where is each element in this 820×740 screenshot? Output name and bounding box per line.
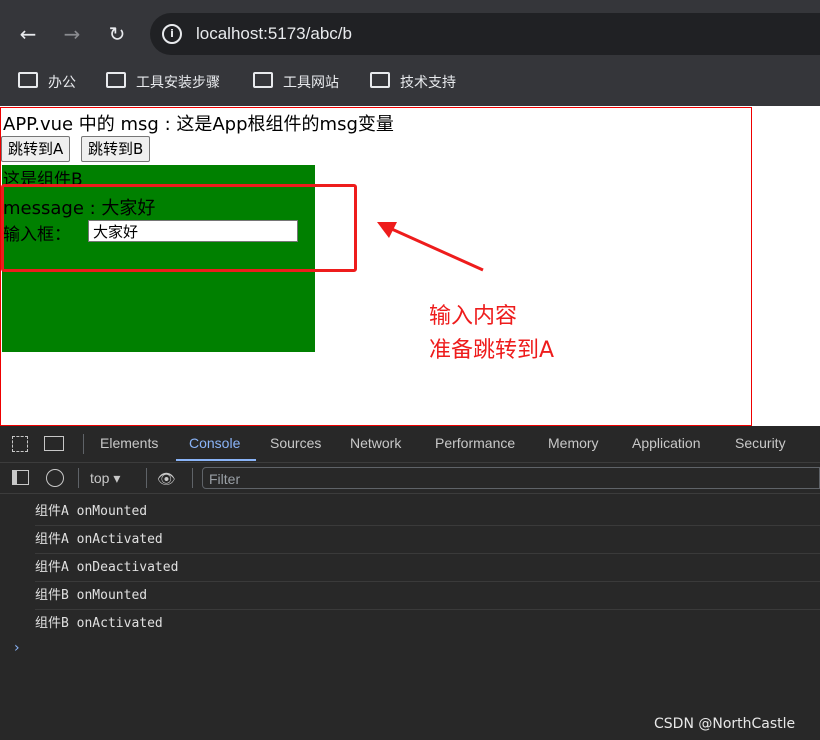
tab-performance[interactable]: Performance: [435, 435, 515, 451]
clear-icon[interactable]: [46, 469, 64, 487]
device-icon[interactable]: [44, 436, 64, 451]
url-text[interactable]: localhost:5173/abc/b: [196, 24, 352, 44]
bookmark-item[interactable]: 工具网站: [253, 71, 339, 93]
devtools-panel: Elements Console Sources Network Perform…: [0, 426, 820, 740]
tab-application[interactable]: Application: [632, 435, 701, 451]
tab-memory[interactable]: Memory: [548, 435, 599, 451]
page-viewport: APP.vue 中的 msg : 这是App根组件的msg变量 跳转到A 跳转到…: [0, 106, 820, 426]
console-prompt[interactable]: ›: [14, 640, 20, 656]
info-icon[interactable]: i: [162, 24, 182, 44]
chevron-down-icon: ▾: [113, 470, 121, 486]
filter-input[interactable]: Filter: [202, 467, 820, 489]
console-log-entry: 组件B onMounted: [35, 582, 820, 610]
back-icon[interactable]: ←: [16, 22, 40, 46]
watermark: CSDN @NorthCastle: [654, 716, 796, 732]
folder-icon: [18, 72, 38, 88]
reload-icon[interactable]: ↻: [105, 22, 129, 46]
forward-icon[interactable]: →: [60, 22, 84, 46]
console-log-entry: 组件A onActivated: [35, 526, 820, 554]
app-root: APP.vue 中的 msg : 这是App根组件的msg变量 跳转到A 跳转到…: [0, 107, 752, 426]
console-log-entry: 组件A onMounted: [35, 498, 820, 526]
annotation-text: 输入内容 准备跳转到A: [429, 300, 554, 368]
context-selector[interactable]: top ▾: [90, 468, 120, 488]
annotation-box: [1, 184, 357, 272]
annotation-arrow: [377, 222, 484, 272]
bookmark-item[interactable]: 工具安装步骤: [106, 71, 220, 93]
console-toolbar: top ▾ 👁 Filter: [0, 463, 820, 494]
tab-sources[interactable]: Sources: [270, 435, 321, 451]
tab-elements[interactable]: Elements: [100, 435, 158, 451]
goto-a-button[interactable]: 跳转到A: [1, 136, 71, 162]
sidebar-icon[interactable]: [12, 470, 29, 485]
eye-icon[interactable]: 👁: [157, 470, 176, 488]
browser-toolbar: ← → ↻ i localhost:5173/abc/b 办公 工具安装步骤 工…: [0, 0, 820, 106]
active-tab-indicator: [176, 459, 256, 461]
devtools-tabbar: Elements Console Sources Network Perform…: [0, 426, 820, 463]
tab-console[interactable]: Console: [189, 435, 240, 451]
bookmark-item[interactable]: 技术支持: [370, 71, 456, 93]
context-label: top: [90, 470, 110, 486]
folder-icon: [106, 72, 126, 88]
console-log-entry: 组件A onDeactivated: [35, 554, 820, 582]
separator: [83, 434, 84, 454]
separator: [78, 468, 79, 488]
folder-icon: [370, 72, 390, 88]
inspect-icon[interactable]: [12, 436, 28, 452]
annotation-line: 输入内容: [429, 304, 518, 329]
bookmarks-bar: 办公 工具安装步骤 工具网站 技术支持: [0, 64, 820, 100]
app-msg-text: APP.vue 中的 msg : 这是App根组件的msg变量: [3, 114, 394, 135]
goto-b-button[interactable]: 跳转到B: [81, 136, 151, 162]
address-bar[interactable]: i localhost:5173/abc/b: [150, 13, 820, 55]
tab-security[interactable]: Security: [735, 435, 786, 451]
separator: [146, 468, 147, 488]
annotation-line: 准备跳转到A: [429, 338, 555, 363]
console-log-entry: 组件B onActivated: [35, 616, 163, 631]
folder-icon: [253, 72, 273, 88]
tab-network[interactable]: Network: [350, 435, 401, 451]
separator: [192, 468, 193, 488]
bookmark-item[interactable]: 办公: [18, 71, 76, 93]
